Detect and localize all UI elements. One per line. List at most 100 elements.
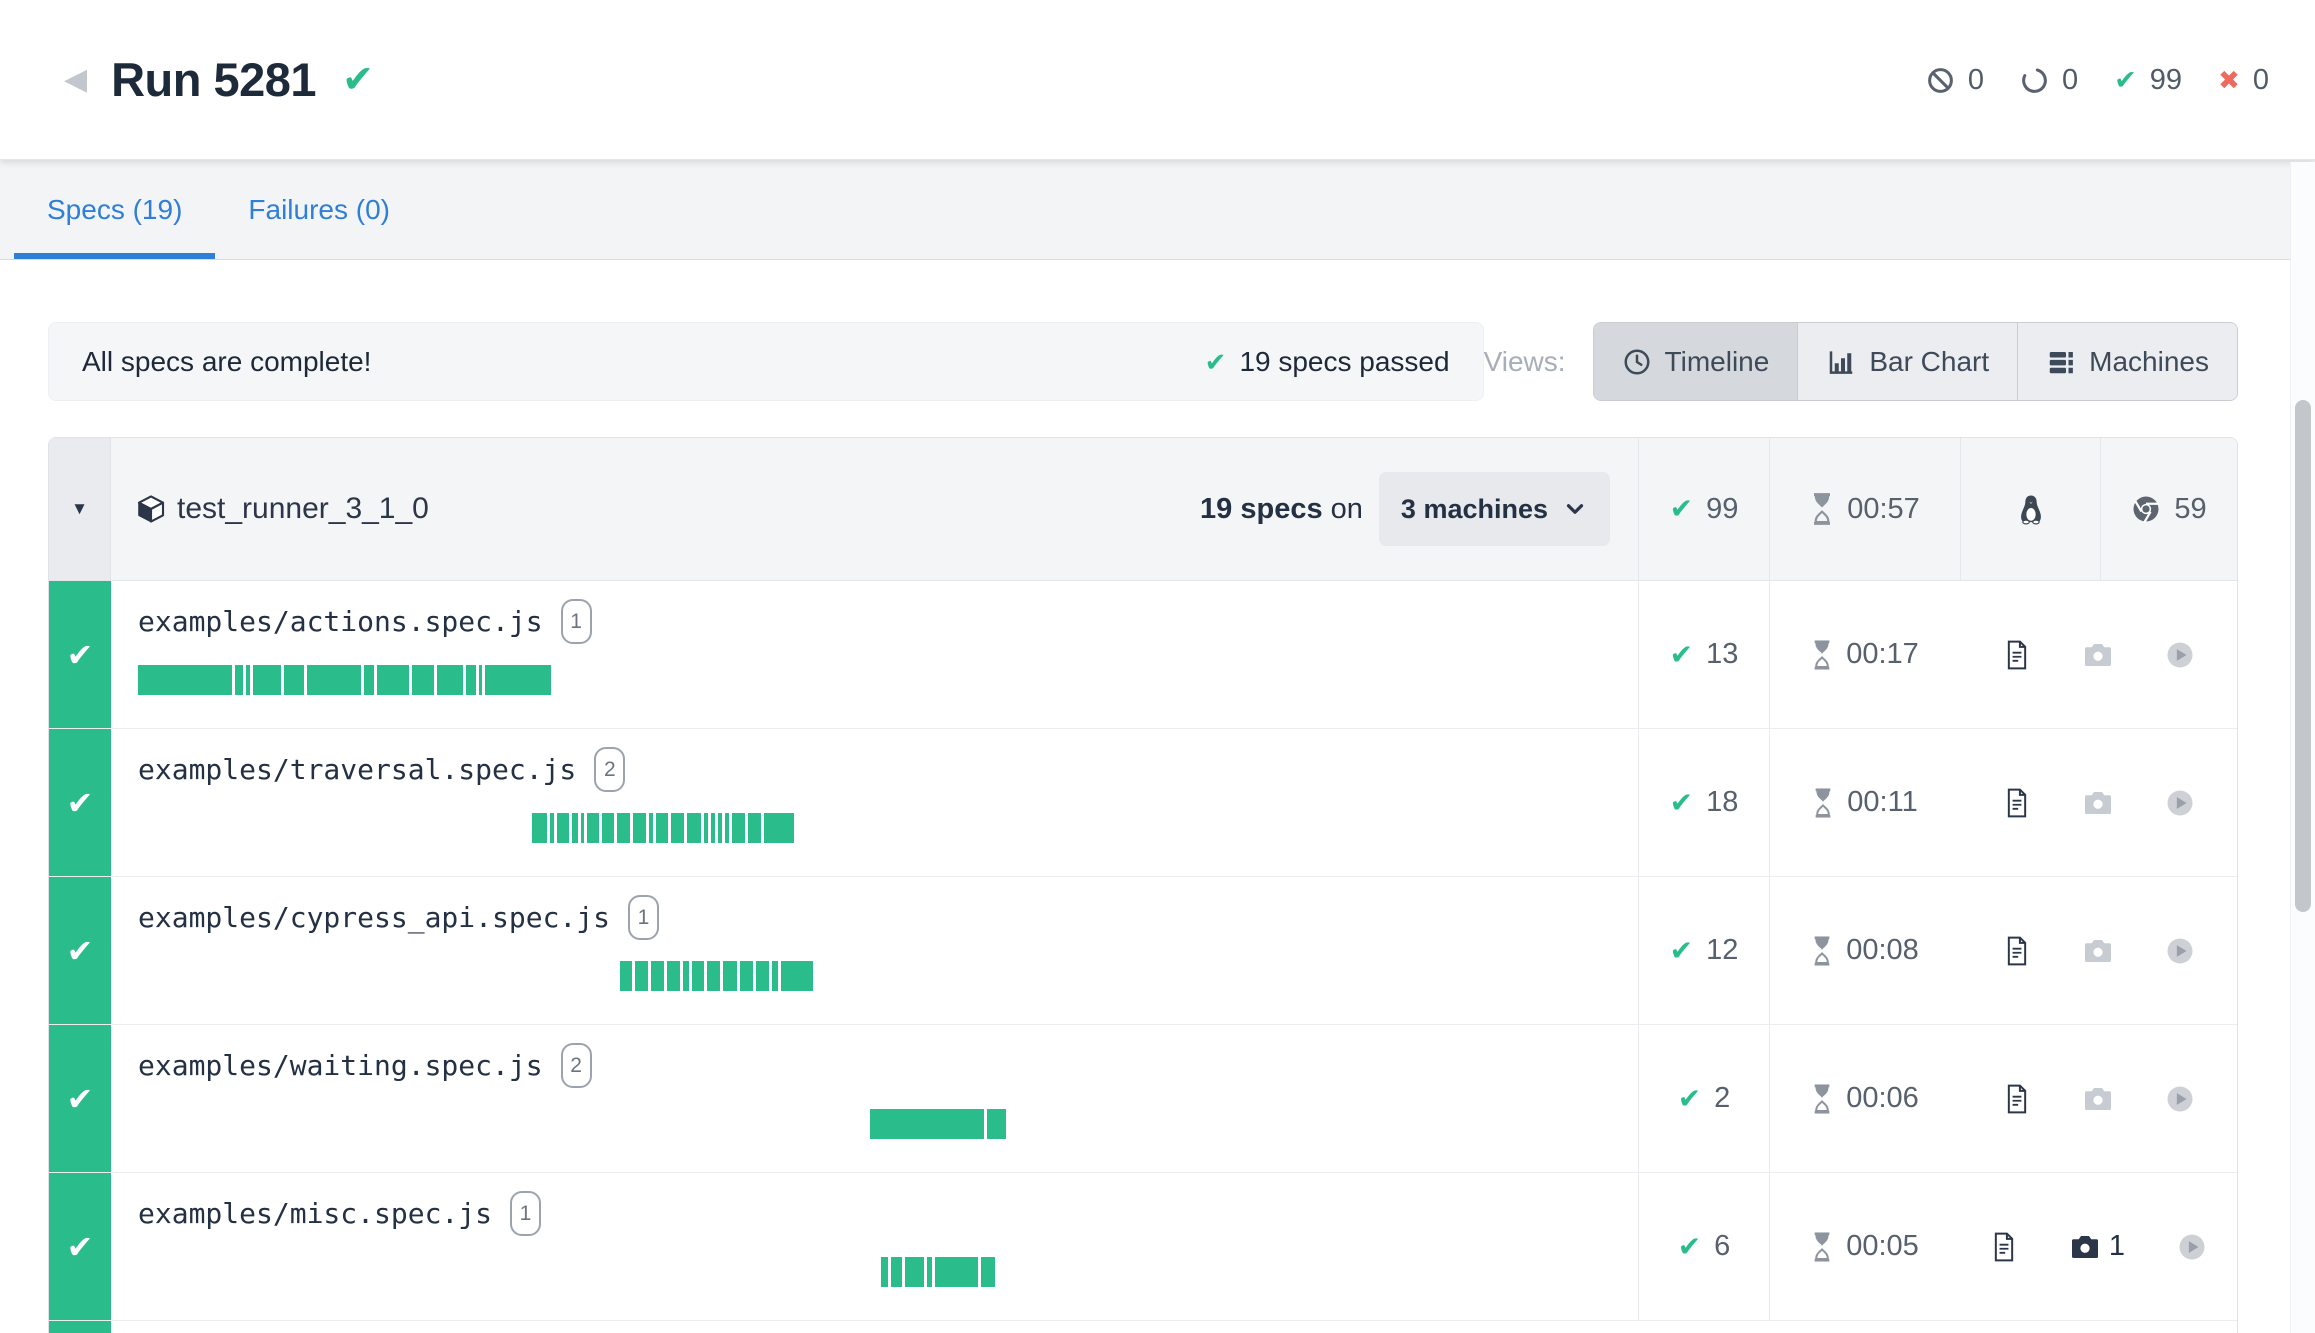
- specs-passed-label: 19 specs passed: [1239, 346, 1449, 378]
- page-title: Run 5281: [111, 52, 316, 107]
- output-log-button[interactable]: [2003, 935, 2031, 967]
- failed-count: 0: [2253, 64, 2269, 97]
- view-button-machines[interactable]: Machines: [2017, 323, 2237, 400]
- video-button[interactable]: [2165, 1084, 2195, 1114]
- hourglass-icon: [1810, 493, 1834, 525]
- hourglass-icon: [1811, 936, 1833, 966]
- hourglass-icon: [1811, 1084, 1833, 1114]
- media-cell: [1960, 877, 2237, 1024]
- tab-failures[interactable]: Failures (0): [215, 160, 423, 259]
- scrollbar-track: [2290, 162, 2315, 1333]
- check-icon: ✔: [1678, 1085, 1701, 1113]
- spec-duration: 00:06: [1846, 1082, 1919, 1115]
- check-icon: ✔: [1205, 349, 1227, 375]
- video-button[interactable]: [2177, 1232, 2207, 1262]
- chrome-icon: [2131, 494, 2161, 524]
- spec-status-strip: ✔: [49, 877, 111, 1024]
- spec-rows: ✔ examples/actions.spec.js 1 ✔ 13 00:17: [49, 580, 2237, 1320]
- spec-passed-cell: ✔ 12: [1638, 877, 1769, 1024]
- spec-passed-count: 18: [1706, 786, 1738, 819]
- clock-icon: [1622, 347, 1652, 377]
- spec-passed-count: 6: [1714, 1230, 1730, 1263]
- screenshots-button[interactable]: [2083, 1085, 2113, 1113]
- spec-main-cell: examples/traversal.spec.js 2: [111, 729, 1638, 876]
- hourglass-icon: [1812, 788, 1834, 818]
- media-cell: 1: [1960, 1173, 2237, 1320]
- run-passed-check-icon: ✔: [342, 61, 374, 99]
- skipped-count: 0: [1968, 64, 1984, 97]
- pending-icon: [2020, 66, 2049, 95]
- spec-timeline-bar: [532, 813, 794, 843]
- failed-icon: ✖: [2218, 67, 2240, 93]
- machines-dropdown[interactable]: 3 machines: [1379, 472, 1610, 546]
- spec-passed-count: 13: [1706, 638, 1738, 671]
- view-button-label: Machines: [2089, 346, 2209, 378]
- group-duration-cell: 00:57: [1769, 438, 1960, 580]
- spec-file-name: examples/actions.spec.js: [138, 600, 543, 644]
- check-icon: ✔: [1678, 1233, 1701, 1261]
- spec-row[interactable]: ✔ examples/misc.spec.js 1 ✔ 6 00:05: [49, 1172, 2237, 1320]
- scrollbar-thumb[interactable]: [2295, 400, 2311, 912]
- spec-title: examples/misc.spec.js 1: [138, 1191, 541, 1236]
- machine-group-header: ▼ test_runner_3_1_0 19 specs on 3 machin…: [49, 438, 2237, 580]
- spec-row[interactable]: ✔ examples/waiting.spec.js 2 ✔ 2 00:06: [49, 1024, 2237, 1172]
- hourglass-icon: [1811, 1232, 1833, 1262]
- tab-bar: Specs (19) Failures (0): [0, 160, 2315, 260]
- group-passed-cell: ✔ 99: [1638, 438, 1769, 580]
- screenshots-button[interactable]: [2083, 937, 2113, 965]
- pending-count: 0: [2062, 64, 2078, 97]
- check-icon: ✔: [67, 639, 94, 671]
- spec-duration: 00:08: [1846, 934, 1919, 967]
- output-log-button[interactable]: [2003, 639, 2031, 671]
- output-log-button[interactable]: [2003, 1083, 2031, 1115]
- passed-icon: ✔: [2114, 67, 2137, 94]
- spec-timeline-bar: [620, 961, 813, 991]
- spec-row[interactable]: ✔ examples/traversal.spec.js 2 ✔ 18 00:1…: [49, 728, 2237, 876]
- spec-group-badge: 2: [561, 1043, 592, 1088]
- screenshots-button[interactable]: [2083, 641, 2113, 669]
- pending-stat: 0: [2020, 64, 2078, 97]
- machines-dropdown-value: 3 machines: [1401, 494, 1548, 525]
- check-icon: ✔: [1670, 641, 1693, 669]
- spec-title: examples/actions.spec.js 1: [138, 599, 592, 644]
- spec-duration-cell: 00:05: [1769, 1173, 1960, 1320]
- view-button-timeline[interactable]: Timeline: [1594, 323, 1798, 400]
- screenshots-button[interactable]: 1: [2070, 1230, 2125, 1263]
- group-duration: 00:57: [1847, 493, 1920, 526]
- spec-file-name: examples/traversal.spec.js: [138, 748, 576, 792]
- spec-passed-cell: ✔ 18: [1638, 729, 1769, 876]
- complete-alert: All specs are complete! ✔ 19 specs passe…: [48, 322, 1484, 401]
- failed-stat: ✖ 0: [2218, 64, 2269, 97]
- output-log-button[interactable]: [1990, 1231, 2018, 1263]
- group-browser-cell: 59: [2100, 438, 2237, 580]
- browser-version: 59: [2174, 493, 2206, 526]
- collapse-button[interactable]: ▼: [49, 438, 111, 580]
- play-icon: [2165, 1084, 2195, 1114]
- video-button[interactable]: [2165, 640, 2195, 670]
- package-icon: [135, 493, 167, 525]
- video-button[interactable]: [2165, 936, 2195, 966]
- view-button-bar-chart[interactable]: Bar Chart: [1797, 323, 2017, 400]
- spec-passed-cell: ✔ 6: [1638, 1173, 1769, 1320]
- spec-row[interactable]: ✔ examples/actions.spec.js 1 ✔ 13 00:17: [49, 580, 2237, 728]
- check-icon: ✔: [67, 1083, 94, 1115]
- output-log-button[interactable]: [2003, 787, 2031, 819]
- group-main-cell: test_runner_3_1_0 19 specs on 3 machines: [111, 438, 1638, 580]
- view-button-label: Bar Chart: [1869, 346, 1989, 378]
- spec-row[interactable]: ✔ examples/cypress_api.spec.js 1 ✔ 12 00…: [49, 876, 2237, 1024]
- machines-icon: [2046, 347, 2076, 377]
- tab-specs[interactable]: Specs (19): [14, 160, 215, 259]
- view-button-label: Timeline: [1665, 346, 1770, 378]
- views-button-group: Timeline Bar Chart Machines: [1593, 322, 2238, 401]
- check-icon: ✔: [1670, 789, 1693, 817]
- spec-group-badge: 2: [594, 747, 625, 792]
- back-button[interactable]: ◀: [64, 65, 87, 95]
- spec-status-strip: ✔: [49, 581, 111, 728]
- check-icon: ✔: [67, 787, 94, 819]
- skipped-stat: 0: [1926, 64, 1984, 97]
- alert-views-row: All specs are complete! ✔ 19 specs passe…: [48, 322, 2238, 401]
- video-button[interactable]: [2165, 788, 2195, 818]
- screenshot-count: 1: [2109, 1230, 2125, 1263]
- screenshots-button[interactable]: [2083, 789, 2113, 817]
- group-specs-bold: 19 specs: [1200, 493, 1323, 525]
